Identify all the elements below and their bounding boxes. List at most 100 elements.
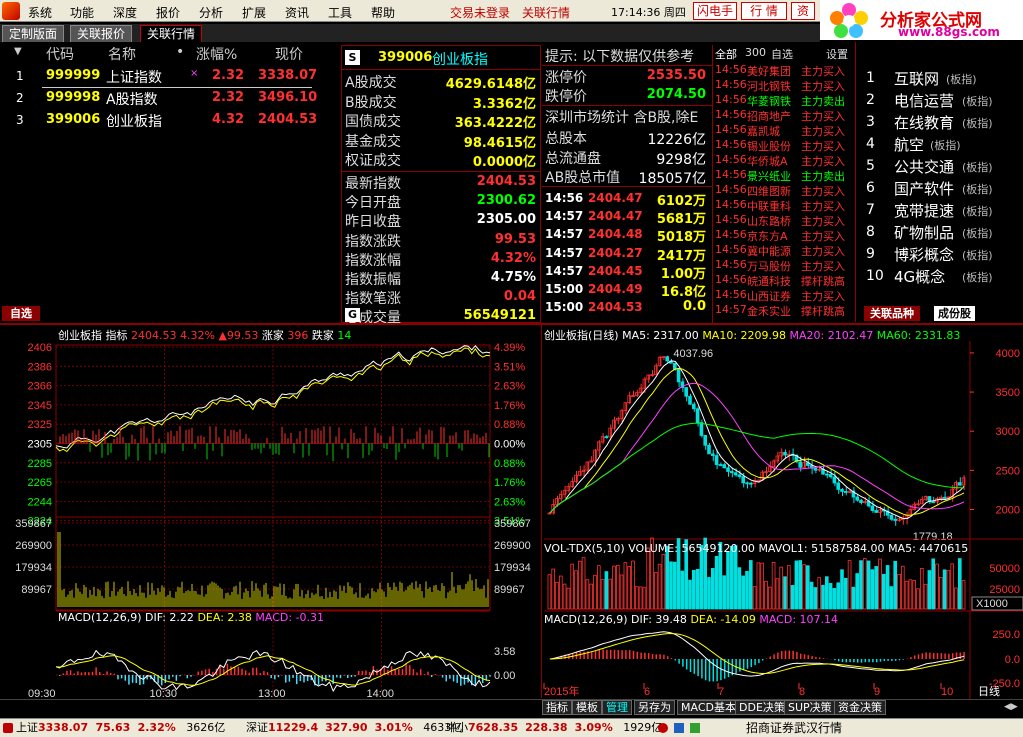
tab-save-as[interactable]: 另存为 bbox=[634, 700, 675, 715]
index-code: 399006 bbox=[378, 50, 433, 65]
sector-item[interactable]: 5 公共交通 (板指) bbox=[856, 155, 1023, 177]
flow-item[interactable]: 14:56 冀中能源 主力买入 bbox=[713, 242, 855, 258]
col-name[interactable]: 名称 bbox=[108, 44, 136, 64]
stat-label: 权证成交 bbox=[345, 153, 401, 169]
col-price[interactable]: 现价 bbox=[275, 44, 303, 64]
flow-item[interactable]: 14:57 金禾实业 撑杆跳高 bbox=[713, 302, 855, 318]
sector-item[interactable]: 2 电信运营 (板指) bbox=[856, 89, 1023, 111]
stat-label: 国债成交 bbox=[345, 114, 401, 130]
daily-chart[interactable]: 创业板指(日线) MA5: 2317.00 MA10: 2209.98 MA20… bbox=[542, 325, 1023, 699]
quote-button[interactable]: 行 情 bbox=[741, 2, 787, 20]
col-change-pct[interactable]: 涨幅% bbox=[196, 44, 237, 64]
table-row[interactable]: 1 999999 上证指数 × 2.32 3338.07 bbox=[0, 66, 340, 88]
table-row[interactable]: 2 999998 A股指数 2.32 3496.10 bbox=[0, 88, 340, 110]
volume-bar bbox=[756, 562, 761, 610]
sector-item[interactable]: 9 博彩概念 (板指) bbox=[856, 243, 1023, 265]
volume-bar bbox=[733, 545, 738, 610]
flow-item[interactable]: 14:56 四维图新 主力买入 bbox=[713, 182, 855, 198]
candle-body bbox=[714, 455, 719, 465]
flow-item[interactable]: 14:56 华侨城A 主力买入 bbox=[713, 152, 855, 168]
sector-item[interactable]: 7 宽带提速 (板指) bbox=[856, 199, 1023, 221]
flow-item[interactable]: 14:56 皖通科技 撑杆跳高 bbox=[713, 272, 855, 288]
menu-function[interactable]: 功能 bbox=[70, 4, 94, 21]
menu-extend[interactable]: 扩展 bbox=[242, 4, 266, 21]
flow-item[interactable]: 14:56 美好集团 主力买入 bbox=[713, 62, 855, 78]
volume-bar bbox=[957, 558, 962, 610]
volume-bar bbox=[714, 555, 719, 610]
tab-related-market[interactable]: 关联行情 bbox=[140, 25, 203, 42]
candle-body bbox=[726, 467, 730, 472]
menu-quote[interactable]: 报价 bbox=[156, 4, 180, 21]
sector-item[interactable]: 6 国产软件 (板指) bbox=[856, 177, 1023, 199]
menu-system[interactable]: 系统 bbox=[28, 4, 52, 21]
quote-value: 4.75% bbox=[490, 270, 536, 285]
status-alert-icon[interactable] bbox=[658, 723, 668, 733]
tab-constituents[interactable]: 成份股 bbox=[934, 306, 975, 321]
sort-arrow-icon[interactable]: ▼ bbox=[14, 46, 22, 57]
status-sh[interactable]: 上证3338.07 75.63 2.32% 3626亿 bbox=[16, 721, 225, 735]
tab-scroll-arrows-icon[interactable]: ◀▶ bbox=[1004, 702, 1018, 712]
menu-tools[interactable]: 工具 bbox=[328, 4, 352, 21]
flow-item[interactable]: 14:56 山西证券 主力买入 bbox=[713, 287, 855, 303]
status-zx[interactable]: 中小7628.35 228.38 3.09% 1929亿 bbox=[446, 721, 662, 735]
flow-item[interactable]: 14:56 中联重科 主力买入 bbox=[713, 197, 855, 213]
quote-label: 最新指数 bbox=[345, 176, 401, 192]
sector-item[interactable]: 3 在线教育 (板指) bbox=[856, 111, 1023, 133]
vol-tick-left: 179934 bbox=[15, 562, 52, 574]
tick-price: 2404.47 bbox=[588, 191, 643, 205]
volume-bar bbox=[570, 563, 574, 610]
tab-manage[interactable]: 管理 bbox=[602, 700, 632, 715]
menu-help[interactable]: 帮助 bbox=[371, 4, 395, 21]
menu-analysis[interactable]: 分析 bbox=[199, 4, 223, 21]
flow-settings[interactable]: 设置 bbox=[826, 46, 848, 62]
flash-trade-button[interactable]: 闪电手 bbox=[693, 2, 737, 20]
y-tick-right: 2.63% bbox=[494, 381, 525, 393]
sector-item[interactable]: 1 互联网 (板指) bbox=[856, 67, 1023, 89]
flow-item[interactable]: 14:56 京东方A 主力买入 bbox=[713, 227, 855, 243]
trade-login-status[interactable]: 交易未登录 bbox=[450, 4, 510, 21]
tab-fund[interactable]: 资金决策 bbox=[834, 700, 886, 715]
tab-indicator[interactable]: 指标 bbox=[542, 700, 572, 715]
tab-template[interactable]: 模板 bbox=[572, 700, 602, 715]
app-logo-icon[interactable] bbox=[2, 2, 20, 20]
quote-value: 2404.53 bbox=[476, 174, 536, 189]
tab-custom-layout[interactable]: 定制版面 bbox=[2, 25, 65, 42]
info-button[interactable]: 资 bbox=[791, 2, 815, 20]
menu-depth[interactable]: 深度 bbox=[113, 4, 137, 21]
status-sz[interactable]: 深证11229.4 327.90 3.01% 4633亿 bbox=[246, 721, 462, 735]
flow-item[interactable]: 14:56 山东路桥 主力买入 bbox=[713, 212, 855, 228]
related-quotes-link[interactable]: 关联行情 bbox=[522, 4, 570, 21]
tab-dde[interactable]: DDE决策 bbox=[735, 700, 789, 715]
brand-url[interactable]: www.88gs.com bbox=[898, 25, 1000, 39]
x-tick: 10 bbox=[941, 686, 953, 698]
flow-filter-all[interactable]: 全部 bbox=[715, 46, 737, 62]
flow-item[interactable]: 14:56 景兴纸业 主力卖出 bbox=[713, 167, 855, 183]
tab-related-quote[interactable]: 关联报价 bbox=[70, 25, 133, 42]
flow-item[interactable]: 14:56 华菱钢铁 主力卖出 bbox=[713, 92, 855, 108]
tab-macd-basic[interactable]: MACD基本 bbox=[677, 700, 740, 715]
candle-body bbox=[824, 473, 829, 476]
row-index: 2 bbox=[16, 91, 24, 105]
volume-bar bbox=[859, 560, 863, 610]
flow-item[interactable]: 14:56 万马股份 主力买入 bbox=[713, 257, 855, 273]
sector-item[interactable]: 10 4G概念 (板指) bbox=[856, 265, 1023, 287]
volume-bar bbox=[627, 566, 632, 610]
table-row[interactable]: 3 399006 创业板指 4.32 2404.53 bbox=[0, 110, 340, 132]
col-code[interactable]: 代码 bbox=[46, 44, 74, 64]
time-tick: 13:00 bbox=[258, 688, 286, 699]
sector-item[interactable]: 8 矿物制品 (板指) bbox=[856, 221, 1023, 243]
sector-item[interactable]: 4 航空 (板指) bbox=[856, 133, 1023, 155]
tab-watchlist[interactable]: 自选 bbox=[2, 306, 40, 321]
intraday-chart[interactable]: 创业板指 指标 2404.53 4.32% ▲99.53 涨家 396 跌家 1… bbox=[0, 325, 541, 699]
volume-bar bbox=[562, 583, 567, 610]
tab-related-varieties[interactable]: 关联品种 bbox=[864, 306, 920, 321]
candle-body bbox=[874, 510, 878, 513]
flow-item[interactable]: 14:56 嘉凯城 主力买入 bbox=[713, 122, 855, 138]
flow-item[interactable]: 14:56 河北钢铁 主力买入 bbox=[713, 77, 855, 93]
menu-news[interactable]: 资讯 bbox=[285, 4, 309, 21]
quote-label: 指数涨幅 bbox=[345, 252, 401, 269]
tab-sup[interactable]: SUP决策 bbox=[784, 700, 836, 715]
flow-item[interactable]: 14:56 锡业股份 主力买入 bbox=[713, 137, 855, 153]
flow-item[interactable]: 14:56 招商地产 主力买入 bbox=[713, 107, 855, 123]
flow-filter-self[interactable]: 自选 bbox=[771, 46, 793, 62]
